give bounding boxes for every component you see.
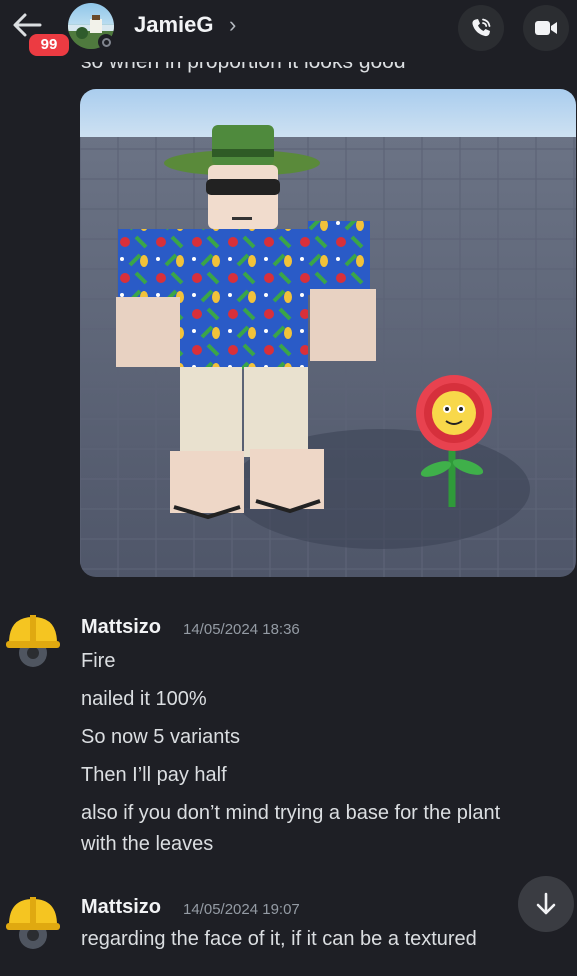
- chat-header: 99 JamieG ›: [0, 0, 577, 62]
- message-line: Fire: [81, 650, 116, 672]
- message-timestamp: 14/05/2024 19:07: [183, 901, 300, 918]
- avatar[interactable]: [5, 611, 61, 667]
- jump-to-bottom-button[interactable]: [518, 876, 574, 932]
- image-attachment[interactable]: [80, 89, 576, 577]
- message-line: So now 5 variants: [81, 726, 240, 748]
- message-timestamp: 14/05/2024 18:36: [183, 621, 300, 638]
- channel-name[interactable]: JamieG: [134, 12, 214, 38]
- chevron-right-icon[interactable]: ›: [229, 12, 236, 38]
- arrow-down-icon: [536, 892, 556, 915]
- video-call-icon: [535, 21, 557, 35]
- video-call-button[interactable]: [523, 5, 569, 51]
- message-author[interactable]: Mattsizo: [81, 616, 161, 639]
- message-line: nailed it 100%: [81, 688, 207, 710]
- message-author[interactable]: Mattsizo: [81, 896, 161, 919]
- voice-call-icon: [472, 18, 491, 37]
- message-line: regarding the face of it, if it can be a…: [81, 928, 477, 950]
- message-line: Then I’ll pay half: [81, 764, 227, 786]
- unread-badge: 99: [26, 31, 72, 59]
- composer-edge: [0, 952, 577, 976]
- roblox-avatar-render: [80, 89, 576, 577]
- avatar[interactable]: [5, 893, 61, 949]
- status-indicator: [98, 34, 114, 50]
- message-line: with the leaves: [81, 833, 214, 855]
- message-line: also if you don’t mind trying a base for…: [81, 802, 501, 824]
- voice-call-button[interactable]: [458, 5, 504, 51]
